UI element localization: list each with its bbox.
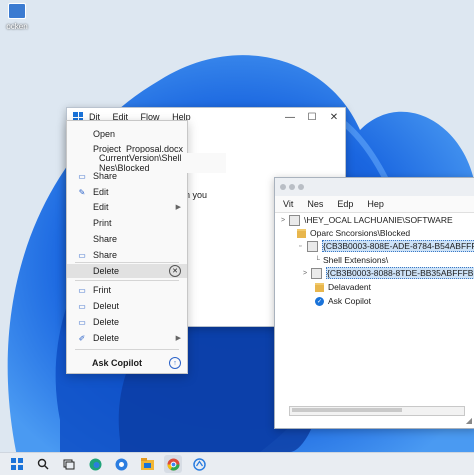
maximize-button[interactable]: ☐	[301, 112, 323, 123]
menu-vit[interactable]: Vit	[283, 199, 293, 209]
doc-icon: ▭	[78, 301, 86, 311]
chevron-right-icon: ▶	[175, 335, 181, 342]
menu-hep[interactable]: Hep	[367, 199, 384, 209]
doc-icon: ▭	[78, 285, 86, 295]
horizontal-scrollbar[interactable]	[289, 406, 465, 416]
registry-menubar: Vit Nes Edp Hep	[275, 196, 474, 213]
menu-item-delete-3[interactable]: ✐ Delete ▶	[67, 331, 187, 345]
folder-icon	[297, 228, 306, 238]
tree-node-delavadent[interactable]: Delavadent	[315, 281, 371, 293]
delete-circle-icon: ✕	[169, 265, 181, 277]
edge-beta-icon[interactable]	[112, 455, 130, 473]
registry-window: Vit Nes Edp Hep > \HEY_OCAL LACHUANIE\SO…	[274, 177, 474, 429]
menu-separator	[75, 262, 179, 263]
tree-node-blocked[interactable]: Oparc Sncorsions\Blocked	[297, 227, 410, 239]
task-view-icon[interactable]	[60, 455, 78, 473]
resize-grip-icon[interactable]: ◢	[466, 416, 472, 425]
expand-icon[interactable]: >	[281, 217, 289, 224]
tree-node-clsid-1[interactable]: ▫ {CB3B0003-808E-ADE-8784-B54ABFFFBC}	[299, 240, 474, 252]
menu-item-share-3[interactable]: ▭ Share	[67, 248, 187, 262]
doc-icon: ▭	[78, 250, 86, 260]
menu-item-edit-2[interactable]: Edit ▶	[67, 200, 187, 214]
menu-separator	[75, 349, 179, 350]
window-dots-icon	[280, 184, 307, 190]
menu-item-delete-highlighted[interactable]: Delete ✕	[67, 264, 187, 278]
copilot-icon[interactable]	[190, 455, 208, 473]
menu-item-share-2[interactable]: Share	[67, 232, 187, 246]
taskbar	[0, 452, 474, 475]
tree-line-icon: └	[315, 256, 320, 264]
desktop-shortcut[interactable]: ocken	[0, 0, 34, 38]
close-button[interactable]: ✕	[323, 112, 345, 123]
menu-item-share-1[interactable]: ▭ Share	[67, 169, 187, 183]
tree-node-root[interactable]: > \HEY_OCAL LACHUANIE\SOFTWARE	[281, 214, 453, 226]
expand-icon[interactable]: ▫	[299, 243, 307, 250]
file-explorer-icon[interactable]	[138, 455, 156, 473]
registry-titlebar[interactable]	[275, 178, 474, 196]
tree-node-ask-copilot[interactable]: ✓ Ask Copilot	[315, 295, 371, 307]
doc-icon: ▭	[78, 171, 86, 181]
menu-item-path[interactable]: CurrentVersion\Shell Nes\Blocked	[66, 153, 226, 173]
scrollbar-thumb[interactable]	[292, 408, 402, 412]
search-icon[interactable]	[34, 455, 52, 473]
pen-icon: ✐	[78, 333, 86, 343]
menu-nes[interactable]: Nes	[307, 199, 323, 209]
menu-item-deleut[interactable]: ▭ Deleut	[67, 299, 187, 313]
chrome-icon[interactable]	[164, 455, 182, 473]
menu-separator	[75, 280, 179, 281]
registry-tree: > \HEY_OCAL LACHUANIE\SOFTWARE Oparc Snc…	[275, 212, 474, 404]
context-menu: Open Project_Proposal.docx CurrentVersio…	[66, 120, 226, 374]
menu-edp[interactable]: Edp	[337, 199, 353, 209]
registry-key-icon	[307, 240, 318, 252]
registry-key-icon	[289, 214, 300, 226]
copilot-arrow-icon: ↑	[169, 357, 181, 369]
tree-node-shell-extensions[interactable]: └ Shell Extensions\	[315, 254, 388, 266]
menu-item-frint[interactable]: ▭ Frint	[67, 283, 187, 297]
menu-item-edit-1[interactable]: ✎ Edit	[67, 185, 187, 199]
chevron-right-icon: ▶	[175, 204, 181, 211]
shield-check-icon: ✓	[315, 296, 324, 306]
registry-key-icon	[311, 267, 322, 279]
edit-icon: ✎	[78, 187, 86, 197]
minimize-button[interactable]: —	[279, 112, 301, 123]
shortcut-icon	[8, 3, 26, 19]
edge-icon[interactable]	[86, 455, 104, 473]
doc-icon: ▭	[78, 317, 86, 327]
expand-icon[interactable]: >	[303, 270, 311, 277]
tree-node-clsid-2[interactable]: > {CB3B0003-8088-8TDE-BB35ABFFFBC}	[303, 267, 474, 279]
menu-item-ask-copilot[interactable]: Ask Copilot ↑	[67, 356, 187, 370]
shortcut-label: ocken	[6, 22, 28, 31]
menu-item-print[interactable]: Print	[67, 216, 187, 230]
menu-item-delete-2[interactable]: ▭ Delete	[67, 315, 187, 329]
folder-icon	[315, 282, 324, 292]
start-icon[interactable]	[8, 455, 26, 473]
menu-item-open[interactable]: Open	[67, 127, 187, 141]
